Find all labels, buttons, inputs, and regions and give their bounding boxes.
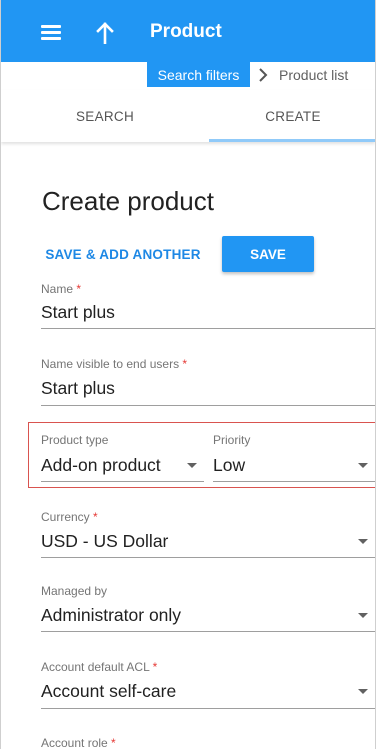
tab-bar: SEARCH CREATE	[1, 90, 375, 142]
currency-value: USD - US Dollar	[41, 531, 169, 551]
name-input[interactable]: Start plus	[41, 302, 115, 323]
page-title: Create product	[42, 186, 214, 216]
breadcrumb-search-filters[interactable]: Search filters	[147, 62, 250, 87]
product-type-select[interactable]: Product type Add-on product	[41, 433, 204, 483]
account-default-acl-value: Account self-care	[41, 681, 177, 701]
required-mark: *	[93, 510, 98, 524]
product-type-underline	[41, 481, 204, 482]
tab-search[interactable]: SEARCH	[1, 90, 209, 142]
visible-name-field-underline	[41, 405, 375, 406]
priority-value: Low	[213, 455, 246, 475]
breadcrumb-search-filters-label: Search filters	[157, 66, 240, 83]
managed-by-value: Administrator only	[41, 605, 182, 625]
managed-by-select[interactable]: Managed by Administrator only	[41, 584, 375, 634]
app-frame: Product Search filters Product list SEAR…	[0, 0, 376, 749]
account-default-acl-select[interactable]: Account default ACL * Account self-care	[41, 660, 375, 710]
name-field-label: Name *	[41, 282, 82, 296]
visible-name-field-label: Name visible to end users *	[41, 357, 188, 371]
visible-name-input[interactable]: Start plus	[41, 378, 115, 399]
save-button[interactable]: SAVE	[222, 236, 314, 272]
required-mark: *	[182, 357, 188, 371]
chevron-down-icon	[358, 463, 368, 468]
tab-create[interactable]: CREATE	[209, 90, 375, 142]
priority-underline	[213, 481, 375, 482]
menu-icon[interactable]	[41, 24, 61, 40]
breadcrumb-product-list[interactable]: Product list	[279, 67, 348, 83]
visible-name-field[interactable]: Name visible to end users * Start plus	[41, 357, 375, 406]
chevron-right-icon	[259, 68, 268, 82]
name-field[interactable]: Name * Start plus	[41, 282, 375, 330]
currency-select[interactable]: Currency * USD - US Dollar	[41, 510, 375, 560]
tab-create-label: CREATE	[265, 108, 321, 124]
currency-label: Currency *	[41, 510, 98, 524]
account-default-acl-underline	[41, 708, 375, 709]
managed-by-underline	[41, 631, 375, 632]
chevron-down-icon	[187, 463, 197, 468]
currency-underline	[41, 557, 375, 558]
product-type-label: Product type	[41, 433, 109, 447]
required-mark: *	[76, 282, 82, 296]
app-title: Product	[150, 21, 222, 42]
required-mark: *	[152, 660, 158, 674]
chevron-down-icon	[358, 539, 368, 544]
account-default-acl-label: Account default ACL *	[41, 660, 158, 674]
name-field-underline	[41, 328, 375, 329]
save-and-add-another-button[interactable]: SAVE & ADD ANOTHER	[31, 236, 215, 272]
chevron-down-icon	[358, 689, 368, 694]
priority-label: Priority	[213, 433, 251, 447]
account-role-select[interactable]: Account role *	[41, 736, 375, 749]
tab-search-label: SEARCH	[75, 108, 135, 124]
chevron-down-icon	[358, 613, 368, 618]
account-role-label: Account role *	[41, 736, 116, 749]
arrow-up-icon[interactable]	[95, 22, 115, 44]
priority-select[interactable]: Priority Low	[213, 433, 375, 483]
product-type-value: Add-on product	[41, 455, 161, 475]
app-bar: Product	[1, 0, 375, 62]
required-mark: *	[111, 736, 116, 749]
managed-by-label: Managed by	[41, 584, 108, 598]
active-tab-indicator	[209, 139, 375, 142]
